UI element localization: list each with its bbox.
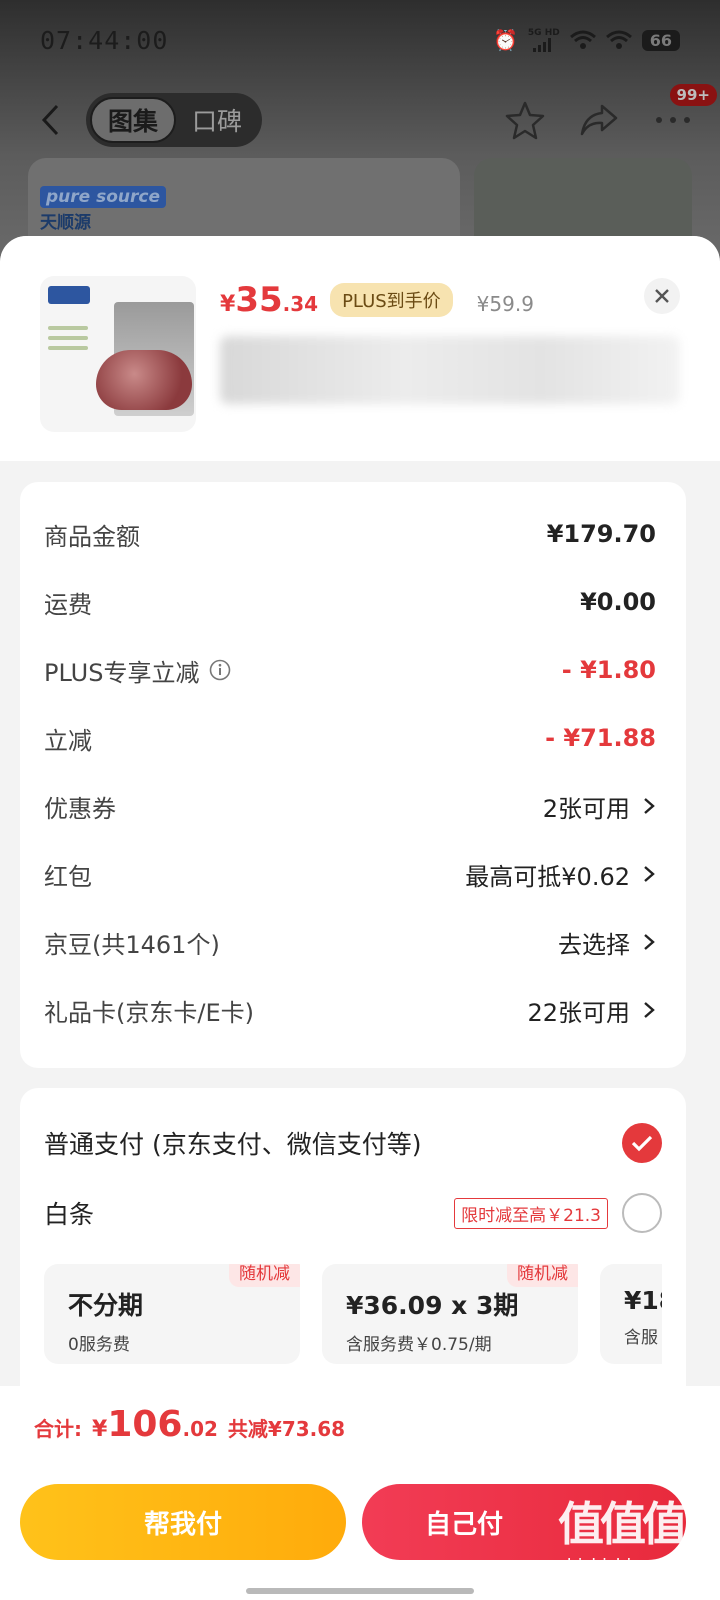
favorite-star-icon[interactable] [503,98,547,142]
tab-reviews[interactable]: 口碑 [176,97,258,143]
checked-icon[interactable] [622,1123,662,1163]
order-amounts: 商品金额 ¥179.70 运费 ¥0.00 PLUS专享立减 - ¥1.80 立… [20,482,686,1068]
wifi-icon-2 [605,30,632,49]
status-icons: ⏰ 5G HD 66 [493,28,680,52]
nav-actions: 99+ [503,84,717,142]
installment-plans: 随机减 不分期 0服务费 随机减 ¥36.09 x 3期 含服务费￥0.75/期… [44,1264,662,1368]
tab-gallery[interactable]: 图集 [90,97,177,143]
brand-logo: pure source 天顺源 [40,186,166,233]
unchecked-radio[interactable] [622,1193,662,1233]
product-thumb-logo [48,286,90,304]
plan-option[interactable]: ¥18 含服 [600,1264,662,1364]
info-icon[interactable] [209,659,231,681]
plan-option[interactable]: 随机减 ¥36.09 x 3期 含服务费￥0.75/期 [322,1264,578,1364]
status-time: 07:44:00 [40,25,169,55]
chevron-right-icon [644,798,655,814]
baitiao-option[interactable]: 白条 限时减至高￥21.3 [44,1178,662,1248]
gallery-tabs: 图集 口碑 [86,93,263,147]
gift-card-row[interactable]: 礼品卡(京东卡/E卡) 22张可用 [44,976,656,1044]
jd-beans-row[interactable]: 京豆(共1461个) 去选择 [44,908,656,976]
back-arrow-icon[interactable] [30,100,70,140]
share-icon[interactable] [577,98,621,142]
message-badge: 99+ [669,84,717,106]
chevron-right-icon [644,866,655,882]
plus-price-tag: PLUS到手价 [330,283,453,317]
order-total: 合计: ¥ 106 .02 共减¥73.68 [34,1404,346,1445]
chevron-right-icon [644,1002,655,1018]
red-packet-row[interactable]: 红包 最高可抵¥0.62 [44,840,656,908]
battery-indicator: 66 [641,29,680,51]
baitiao-promo-tag: 限时减至高￥21.3 [454,1197,608,1229]
site-watermark: 值值值 zhizhizhi.com [558,1497,688,1576]
amount-row-instant-discount: 立减 - ¥71.88 [44,724,656,755]
payment-methods: 普通支付 (京东支付、微信支付等) 白条 限时减至高￥21.3 随机减 不分期 … [20,1088,686,1408]
home-indicator[interactable] [246,1588,474,1594]
chevron-right-icon [644,934,655,950]
total-saved: 共减¥73.68 [227,1417,346,1441]
random-discount-tag: 随机减 [229,1264,300,1287]
signal-icon: 5G HD [528,28,560,52]
coupon-row[interactable]: 优惠券 2张可用 [44,772,656,840]
status-bar: 07:44:00 ⏰ 5G HD 66 [40,20,680,60]
amount-row-goods: 商品金额 ¥179.70 [44,520,656,551]
background-page: 07:44:00 ⏰ 5G HD 66 图集 口碑 99+ pure sourc… [0,0,720,268]
help-me-pay-button[interactable]: 帮我付 [20,1484,346,1560]
amount-row-shipping: 运费 ¥0.00 [44,588,656,619]
product-title-redacted [220,336,680,404]
product-summary: ¥ 35 .34 PLUS到手价 ¥59.9 [0,236,720,461]
top-nav: 图集 口碑 99+ [30,84,717,148]
close-button[interactable] [644,278,680,314]
alarm-icon: ⏰ [493,28,518,52]
product-thumbnail [40,276,196,432]
product-price: ¥ 35 .34 PLUS到手价 ¥59.9 [220,280,534,320]
original-price: ¥59.9 [476,292,534,316]
amount-row-plus-discount: PLUS专享立减 - ¥1.80 [44,656,656,687]
close-icon [655,289,669,303]
wifi-icon [569,30,596,49]
random-discount-tag: 随机减 [507,1264,578,1287]
normal-payment-option[interactable]: 普通支付 (京东支付、微信支付等) [44,1108,662,1178]
plan-option[interactable]: 随机减 不分期 0服务费 [44,1264,300,1364]
